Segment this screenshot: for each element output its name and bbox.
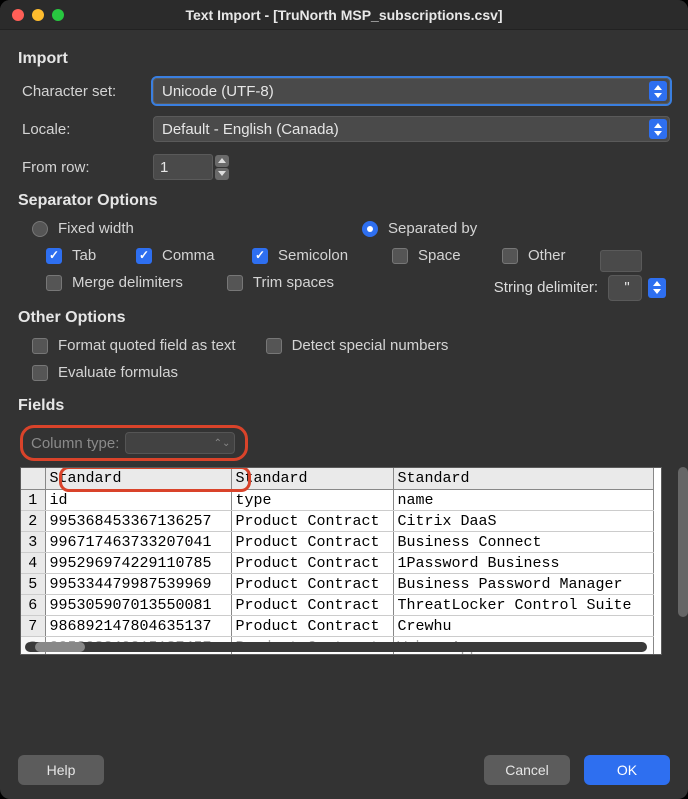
stepper-buttons[interactable] <box>215 154 229 180</box>
check-trim-spaces[interactable]: Trim spaces <box>227 274 334 291</box>
preview-table[interactable]: Standard Standard Standard 1idtypename 2… <box>21 468 654 655</box>
col-type-header[interactable]: Standard <box>393 468 653 489</box>
corner-cell <box>21 468 45 489</box>
column-type-select[interactable]: ⌃⌄ <box>125 432 235 454</box>
charset-select[interactable]: Unicode (UTF-8) <box>153 78 670 104</box>
section-fields: Fields <box>18 397 670 415</box>
cancel-button[interactable]: Cancel <box>484 755 570 785</box>
label-locale: Locale: <box>18 121 153 138</box>
check-quoted-as-text[interactable]: Format quoted field as text <box>32 337 236 354</box>
radio-fixed-width[interactable]: Fixed width <box>32 220 342 237</box>
check-other[interactable]: Other <box>502 247 588 264</box>
check-tab[interactable]: Tab <box>46 247 116 264</box>
stepper-down-icon[interactable] <box>215 168 229 180</box>
section-other: Other Options <box>18 309 670 327</box>
fromrow-stepper[interactable]: 1 <box>153 154 229 180</box>
dialog-window: Text Import - [TruNorth MSP_subscription… <box>0 0 688 799</box>
check-semicolon[interactable]: Semicolon <box>252 247 372 264</box>
vertical-scrollbar[interactable] <box>678 467 688 617</box>
chevron-updown-icon <box>649 119 667 139</box>
col-type-header[interactable]: Standard <box>231 468 393 489</box>
horizontal-scrollbar[interactable] <box>25 642 647 652</box>
stepper-up-icon[interactable] <box>215 155 229 167</box>
window-title: Text Import - [TruNorth MSP_subscription… <box>0 7 688 23</box>
check-evaluate-formulas[interactable]: Evaluate formulas <box>32 364 178 381</box>
check-comma[interactable]: Comma <box>136 247 232 264</box>
ok-button[interactable]: OK <box>584 755 670 785</box>
chevron-updown-icon <box>649 81 667 101</box>
locale-select[interactable]: Default - English (Canada) <box>153 116 670 142</box>
chevron-updown-icon <box>648 278 666 298</box>
preview-table-container[interactable]: Standard Standard Standard 1idtypename 2… <box>20 467 662 655</box>
check-space[interactable]: Space <box>392 247 482 264</box>
column-type-highlight: Column type: ⌃⌄ <box>20 425 248 461</box>
check-merge-delimiters[interactable]: Merge delimiters <box>46 274 183 291</box>
label-string-delimiter: String delimiter: <box>494 279 598 296</box>
titlebar: Text Import - [TruNorth MSP_subscription… <box>0 0 688 30</box>
other-delimiter-input[interactable] <box>600 250 642 272</box>
col-type-header[interactable]: Standard <box>45 468 231 489</box>
string-delimiter-select[interactable]: " <box>608 275 642 301</box>
label-column-type: Column type: <box>31 435 119 452</box>
label-fromrow: From row: <box>18 159 153 176</box>
chevron-updown-icon: ⌃⌄ <box>214 438 231 449</box>
check-detect-numbers[interactable]: Detect special numbers <box>266 337 449 354</box>
radio-separated-by[interactable]: Separated by <box>362 220 477 237</box>
help-button[interactable]: Help <box>18 755 104 785</box>
charset-value: Unicode (UTF-8) <box>162 83 274 100</box>
dialog-footer: Help Cancel OK <box>0 741 688 799</box>
label-charset: Character set: <box>18 83 153 100</box>
locale-value: Default - English (Canada) <box>162 121 339 138</box>
fromrow-input[interactable]: 1 <box>153 154 213 180</box>
section-separator: Separator Options <box>18 192 670 210</box>
section-import: Import <box>18 50 670 68</box>
